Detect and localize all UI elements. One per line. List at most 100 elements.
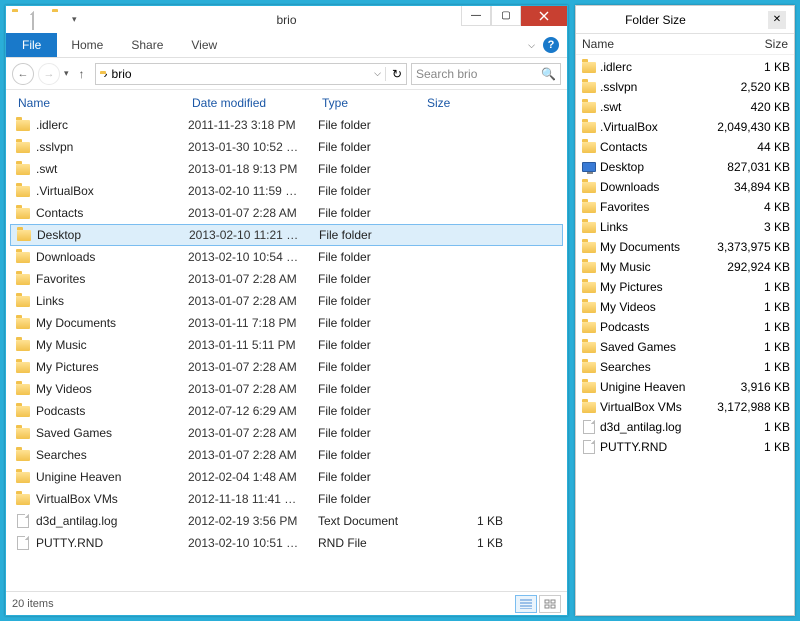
folder-icon xyxy=(14,252,32,263)
ribbon-expand-icon[interactable]: ⌵ xyxy=(528,40,535,51)
file-date: 2013-01-07 2:28 AM xyxy=(188,382,318,396)
fs-item-size: 34,894 KB xyxy=(712,180,790,194)
folder-size-row[interactable]: Favorites4 KB xyxy=(580,197,790,217)
file-icon xyxy=(14,536,32,550)
refresh-icon[interactable]: ↻ xyxy=(385,67,402,81)
folder-size-row[interactable]: My Pictures1 KB xyxy=(580,277,790,297)
header-date[interactable]: Date modified xyxy=(188,96,318,110)
properties-icon[interactable] xyxy=(32,12,48,28)
folder-size-row[interactable]: .VirtualBox2,049,430 KB xyxy=(580,117,790,137)
help-icon[interactable]: ? xyxy=(543,37,559,53)
file-row[interactable]: .swt2013-01-18 9:13 PMFile folder xyxy=(10,158,563,180)
fs-item-name: Downloads xyxy=(598,180,712,194)
folder-icon xyxy=(580,282,598,293)
file-icon xyxy=(14,514,32,528)
header-name[interactable]: Name xyxy=(14,96,188,110)
explorer-icon xyxy=(12,12,28,28)
folder-size-row[interactable]: Unigine Heaven3,916 KB xyxy=(580,377,790,397)
tab-home[interactable]: Home xyxy=(57,33,117,57)
file-row[interactable]: My Music2013-01-11 5:11 PMFile folder xyxy=(10,334,563,356)
file-row[interactable]: Links2013-01-07 2:28 AMFile folder xyxy=(10,290,563,312)
folder-size-row[interactable]: .swt420 KB xyxy=(580,97,790,117)
folder-size-row[interactable]: Links3 KB xyxy=(580,217,790,237)
new-folder-icon[interactable] xyxy=(52,12,68,28)
folder-size-row[interactable]: Contacts44 KB xyxy=(580,137,790,157)
folder-size-row[interactable]: My Documents3,373,975 KB xyxy=(580,237,790,257)
thumbnails-view-button[interactable] xyxy=(539,595,561,613)
folder-icon xyxy=(580,242,598,253)
folder-size-row[interactable]: d3d_antilag.log1 KB xyxy=(580,417,790,437)
file-row[interactable]: Favorites2013-01-07 2:28 AMFile folder xyxy=(10,268,563,290)
fs-item-name: d3d_antilag.log xyxy=(598,420,712,434)
minimize-button[interactable]: — xyxy=(461,6,491,26)
folder-size-row[interactable]: My Music292,924 KB xyxy=(580,257,790,277)
file-tab[interactable]: File xyxy=(6,33,57,57)
fs-item-size: 3,916 KB xyxy=(712,380,790,394)
folder-size-titlebar[interactable]: Folder Size ✕ xyxy=(576,6,794,33)
search-input[interactable]: Search brio 🔍 xyxy=(411,63,561,85)
up-button[interactable]: ↑ xyxy=(73,65,91,83)
file-row[interactable]: Desktop2013-02-10 11:21 …File folder xyxy=(10,224,563,246)
file-type: File folder xyxy=(318,360,423,374)
file-row[interactable]: Podcasts2012-07-12 6:29 AMFile folder xyxy=(10,400,563,422)
file-row[interactable]: d3d_antilag.log2012-02-19 3:56 PMText Do… xyxy=(10,510,563,532)
tab-share[interactable]: Share xyxy=(117,33,177,57)
file-row[interactable]: Downloads2013-02-10 10:54 …File folder xyxy=(10,246,563,268)
folder-icon xyxy=(580,102,598,113)
maximize-button[interactable]: ▢ xyxy=(491,6,521,26)
file-row[interactable]: Unigine Heaven2012-02-04 1:48 AMFile fol… xyxy=(10,466,563,488)
file-row[interactable]: .VirtualBox2013-02-10 11:59 …File folder xyxy=(10,180,563,202)
folder-size-row[interactable]: VirtualBox VMs3,172,988 KB xyxy=(580,397,790,417)
forward-button[interactable]: → xyxy=(38,63,60,85)
file-row[interactable]: My Pictures2013-01-07 2:28 AMFile folder xyxy=(10,356,563,378)
fs-item-size: 1 KB xyxy=(712,60,790,74)
file-type: Text Document xyxy=(318,514,423,528)
folder-size-row[interactable]: Desktop827,031 KB xyxy=(580,157,790,177)
file-name: My Videos xyxy=(32,382,188,396)
folder-size-row[interactable]: Saved Games1 KB xyxy=(580,337,790,357)
header-size[interactable]: Size xyxy=(423,96,513,110)
address-bar[interactable]: › brio ⌵ ↻ xyxy=(95,63,407,85)
folder-size-row[interactable]: Downloads34,894 KB xyxy=(580,177,790,197)
qat-dropdown-icon[interactable]: ▾ xyxy=(72,14,77,25)
close-button[interactable] xyxy=(521,6,567,26)
file-row[interactable]: My Documents2013-01-11 7:18 PMFile folde… xyxy=(10,312,563,334)
folder-size-row[interactable]: .sslvpn2,520 KB xyxy=(580,77,790,97)
folder-size-row[interactable]: My Videos1 KB xyxy=(580,297,790,317)
file-row[interactable]: VirtualBox VMs2012-11-18 11:41 …File fol… xyxy=(10,488,563,510)
file-type: File folder xyxy=(318,250,423,264)
file-row[interactable]: Searches2013-01-07 2:28 AMFile folder xyxy=(10,444,563,466)
details-view-button[interactable] xyxy=(515,595,537,613)
file-type: File folder xyxy=(318,118,423,132)
fs-item-name: Unigine Heaven xyxy=(598,380,712,394)
folder-icon xyxy=(580,382,598,393)
file-row[interactable]: Saved Games2013-01-07 2:28 AMFile folder xyxy=(10,422,563,444)
header-type[interactable]: Type xyxy=(318,96,423,110)
folder-size-close-button[interactable]: ✕ xyxy=(768,11,786,29)
titlebar[interactable]: ▾ brio — ▢ xyxy=(6,6,567,33)
file-date: 2012-02-04 1:48 AM xyxy=(188,470,318,484)
file-row[interactable]: My Videos2013-01-07 2:28 AMFile folder xyxy=(10,378,563,400)
file-row[interactable]: .sslvpn2013-01-30 10:52 …File folder xyxy=(10,136,563,158)
back-button[interactable]: ← xyxy=(12,63,34,85)
fs-item-size: 44 KB xyxy=(712,140,790,154)
file-row[interactable]: PUTTY.RND2013-02-10 10:51 …RND File1 KB xyxy=(10,532,563,554)
fs-header-name[interactable]: Name xyxy=(582,37,765,51)
file-name: Saved Games xyxy=(32,426,188,440)
folder-size-row[interactable]: Searches1 KB xyxy=(580,357,790,377)
file-row[interactable]: Contacts2013-01-07 2:28 AMFile folder xyxy=(10,202,563,224)
folder-size-title: Folder Size xyxy=(625,13,686,27)
file-date: 2012-07-12 6:29 AM xyxy=(188,404,318,418)
breadcrumb-item[interactable]: brio xyxy=(112,67,132,81)
file-row[interactable]: .idlerc2011-11-23 3:18 PMFile folder xyxy=(10,114,563,136)
folder-size-row[interactable]: Podcasts1 KB xyxy=(580,317,790,337)
folder-size-row[interactable]: .idlerc1 KB xyxy=(580,57,790,77)
file-icon xyxy=(580,420,598,434)
folder-size-row[interactable]: PUTTY.RND1 KB xyxy=(580,437,790,457)
address-dropdown-icon[interactable]: ⌵ xyxy=(374,68,381,79)
history-dropdown-icon[interactable]: ▾ xyxy=(64,68,69,79)
fs-header-size[interactable]: Size xyxy=(765,37,788,51)
tab-view[interactable]: View xyxy=(177,33,231,57)
folder-icon xyxy=(580,302,598,313)
navigation-bar: ← → ▾ ↑ › brio ⌵ ↻ Search brio 🔍 xyxy=(6,58,567,90)
